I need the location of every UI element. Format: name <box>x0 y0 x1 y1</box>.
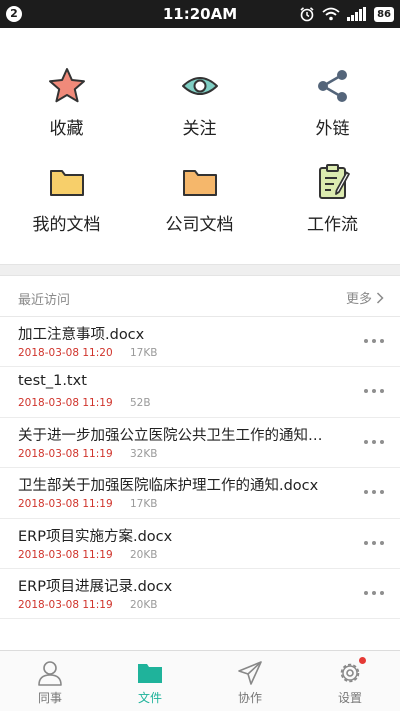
more-options-icon[interactable] <box>364 384 384 398</box>
file-name: 关于进一步加强公立医院公共卫生工作的通知… <box>18 427 323 444</box>
file-name: ERP项目实施方案.docx <box>18 528 173 545</box>
shortcut-company-documents[interactable]: 公司文档 <box>133 162 266 235</box>
file-row[interactable]: 关于进一步加强公立医院公共卫生工作的通知… 2018-03-08 11:19 3… <box>0 418 400 469</box>
clipboard-icon <box>318 164 350 199</box>
bottom-tab-bar: 同事 文件 协作 设置 <box>0 650 400 711</box>
more-label: 更多 <box>345 292 372 307</box>
shortcut-follow[interactable]: 关注 <box>133 66 266 139</box>
tab-label: 文件 <box>137 691 162 705</box>
send-icon <box>238 661 262 685</box>
star-icon <box>48 68 85 103</box>
status-icons: 86 <box>299 5 394 23</box>
signal-icon <box>347 7 367 21</box>
section-divider <box>0 264 400 276</box>
more-options-icon[interactable] <box>364 435 384 449</box>
shortcut-workflow[interactable]: 工作流 <box>266 162 399 235</box>
file-date: 2018-03-08 11:19 <box>18 548 113 561</box>
share-icon <box>317 70 347 102</box>
tab-colleagues[interactable]: 同事 <box>0 651 100 711</box>
battery-level: 86 <box>374 6 394 22</box>
shortcut-grid: 收藏 关注 外链 我的文档 公司文档 工作流 <box>0 28 400 264</box>
tab-label: 同事 <box>37 691 62 705</box>
wifi-icon <box>322 7 340 21</box>
file-name: 加工注意事项.docx <box>18 327 145 343</box>
more-options-icon[interactable] <box>364 536 384 550</box>
person-icon <box>38 661 62 686</box>
folder-icon <box>182 170 217 196</box>
file-size: 17KB <box>130 347 158 359</box>
file-date: 2018-03-08 11:19 <box>18 598 113 611</box>
file-size: 20KB <box>130 598 158 611</box>
file-date: 2018-03-08 11:19 <box>18 397 113 410</box>
shortcut-label: 收藏 <box>49 119 84 139</box>
file-size: 17KB <box>130 498 158 511</box>
status-bar: 2 11:20AM 86 <box>0 0 400 28</box>
file-row[interactable]: test_1.txt 2018-03-08 11:19 52B <box>0 367 400 418</box>
file-date: 2018-03-08 11:19 <box>18 447 113 460</box>
tab-collaboration[interactable]: 协作 <box>200 651 300 711</box>
shortcut-label: 工作流 <box>307 215 358 235</box>
shortcut-label: 我的文档 <box>32 215 101 235</box>
file-row[interactable]: 加工注意事项.docx 2018-03-08 11:20 17KB <box>0 317 400 368</box>
shortcut-my-documents[interactable]: 我的文档 <box>0 162 133 235</box>
file-row[interactable]: ERP项目实施方案.docx 2018-03-08 11:19 20KB <box>0 519 400 569</box>
shortcut-favorites[interactable]: 收藏 <box>0 66 133 139</box>
more-options-icon[interactable] <box>364 334 384 348</box>
more-link[interactable]: 更多 <box>346 288 384 307</box>
file-date: 2018-03-08 11:20 <box>18 347 113 359</box>
file-name: 卫生部关于加强医院临床护理工作的通知.docx <box>18 478 319 495</box>
file-row[interactable]: ERP项目进展记录.docx 2018-03-08 11:19 20KB <box>0 569 400 620</box>
file-size: 20KB <box>130 548 158 561</box>
shortcut-external-link[interactable]: 外链 <box>266 66 399 139</box>
file-row[interactable]: 卫生部关于加强医院临床护理工作的通知.docx 2018-03-08 11:19… <box>0 468 400 519</box>
notification-dot <box>359 657 366 664</box>
file-date: 2018-03-08 11:19 <box>18 498 113 511</box>
file-size: 52B <box>130 397 151 410</box>
tab-files[interactable]: 文件 <box>100 651 200 711</box>
file-name: test_1.txt <box>18 373 87 390</box>
recent-title: 最近访问 <box>18 293 71 308</box>
eye-icon <box>181 77 218 95</box>
tab-label: 协作 <box>237 691 262 705</box>
chevron-right-icon <box>376 291 384 304</box>
file-name: ERP项目进展记录.docx <box>18 578 173 595</box>
file-size: 32KB <box>130 447 158 460</box>
shortcut-label: 关注 <box>182 119 217 139</box>
folder-icon <box>49 170 84 196</box>
more-options-icon[interactable] <box>364 485 384 499</box>
shortcut-label: 外链 <box>315 119 350 139</box>
shortcut-label: 公司文档 <box>165 215 234 235</box>
tab-label: 设置 <box>337 691 362 705</box>
tab-settings[interactable]: 设置 <box>300 651 400 711</box>
folder-icon <box>138 664 162 683</box>
recent-file-list: 加工注意事项.docx 2018-03-08 11:20 17KB test_1… <box>0 317 400 620</box>
alarm-icon <box>300 7 314 22</box>
more-options-icon[interactable] <box>364 586 384 600</box>
recent-header: 最近访问 更多 <box>0 277 400 317</box>
